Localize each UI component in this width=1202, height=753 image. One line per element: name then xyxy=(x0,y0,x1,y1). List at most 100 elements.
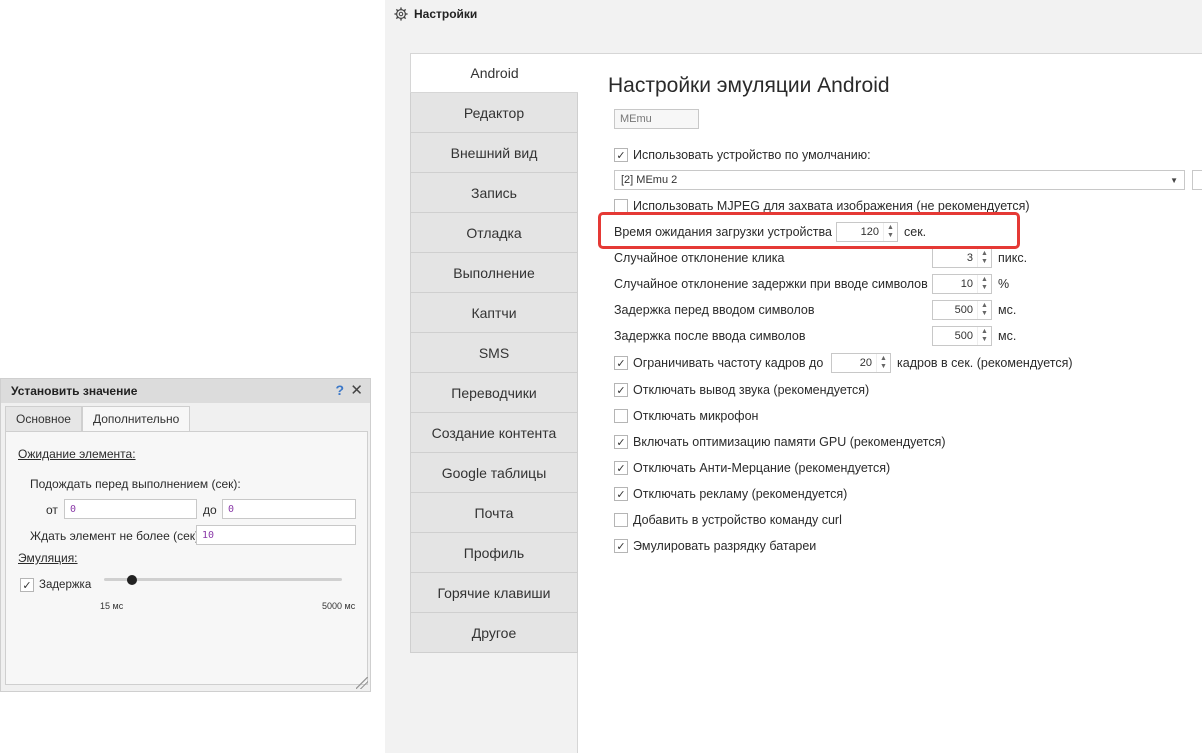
anti-flicker-row[interactable]: ✓ Отключать Анти-Мерцание (рекомендуется… xyxy=(614,461,890,475)
tab-recording[interactable]: Запись xyxy=(410,173,578,213)
stepper-arrows-icon[interactable]: ▲ ▼ xyxy=(977,275,991,293)
gpu-optimization-row[interactable]: ✓ Включать оптимизацию памяти GPU (реком… xyxy=(614,435,946,449)
help-icon[interactable]: ? xyxy=(335,382,344,398)
dialog-panel: Ожидание элемента: Подождать перед выпол… xyxy=(5,431,368,685)
tab-profile[interactable]: Профиль xyxy=(410,533,578,573)
stepper-arrows-icon[interactable]: ▲ ▼ xyxy=(977,249,991,267)
delay-after-typing-row: Задержка после ввода символов xyxy=(614,329,806,343)
use-default-device-checkbox[interactable]: ✓ xyxy=(614,148,628,162)
delay-after-typing-stepper[interactable]: 500 ▲ ▼ xyxy=(932,326,992,346)
tab-translators[interactable]: Переводчики xyxy=(410,373,578,413)
delay-after-typing-label: Задержка после ввода символов xyxy=(614,329,806,343)
tab-editor[interactable]: Редактор xyxy=(410,93,578,133)
device-select[interactable]: [2] MEmu 2 ▼ xyxy=(614,170,1185,190)
settings-tabs: Android Редактор Внешний вид Запись Отла… xyxy=(410,53,578,653)
resize-grip-icon[interactable] xyxy=(356,677,368,689)
tab-sms[interactable]: SMS xyxy=(410,333,578,373)
use-mjpeg-checkbox[interactable] xyxy=(614,199,628,213)
slider-max-label: 5000 мс xyxy=(322,601,356,611)
from-input[interactable]: 0 xyxy=(64,499,197,519)
tab-main[interactable]: Основное xyxy=(5,406,82,432)
delay-slider-track[interactable] xyxy=(104,578,342,581)
tab-android[interactable]: Android xyxy=(410,53,578,93)
disable-sound-label: Отключать вывод звука (рекомендуется) xyxy=(633,383,870,397)
disable-sound-row[interactable]: ✓ Отключать вывод звука (рекомендуется) xyxy=(614,383,869,397)
stepper-arrows-icon[interactable]: ▲ ▼ xyxy=(977,301,991,319)
use-default-device-label: Использовать устройство по умолчанию: xyxy=(633,148,871,162)
disable-microphone-row[interactable]: Отключать микрофон xyxy=(614,409,758,423)
limit-fps-stepper[interactable]: 20 ▲ ▼ xyxy=(831,353,891,373)
disable-microphone-checkbox[interactable] xyxy=(614,409,628,423)
tab-debug[interactable]: Отладка xyxy=(410,213,578,253)
stepper-arrows-icon[interactable]: ▲ ▼ xyxy=(977,327,991,345)
limit-fps-row[interactable]: ✓ Ограничивать частоту кадров до xyxy=(614,356,823,370)
from-label: от xyxy=(46,503,58,517)
android-settings-panel: Настройки эмуляции Android MEmu ✓ Исполь… xyxy=(578,53,1202,753)
delay-before-typing-label: Задержка перед вводом символов xyxy=(614,303,815,317)
disable-sound-checkbox[interactable]: ✓ xyxy=(614,383,628,397)
tab-appearance[interactable]: Внешний вид xyxy=(410,133,578,173)
wait-section-title: Ожидание элемента: xyxy=(18,447,136,461)
delay-checkbox[interactable]: ✓ xyxy=(20,578,34,592)
wait-max-input[interactable]: 10 xyxy=(196,525,356,545)
emulation-section-title: Эмуляция: xyxy=(18,551,78,565)
tab-additional[interactable]: Дополнительно xyxy=(81,406,191,432)
typing-delay-deviation-label: Случайное отклонение задержки при вводе … xyxy=(614,277,928,291)
dialog-title: Установить значение xyxy=(11,384,138,398)
delay-before-typing-unit: мс. xyxy=(998,303,1017,317)
stepper-arrows-icon[interactable]: ▲ ▼ xyxy=(876,354,890,372)
page-title: Настройки эмуляции Android xyxy=(608,74,890,97)
slider-min-label: 15 мс xyxy=(100,601,124,611)
delay-before-typing-row: Задержка перед вводом символов xyxy=(614,303,815,317)
anti-flicker-label: Отключать Анти-Мерцание (рекомендуется) xyxy=(633,461,891,475)
add-curl-label: Добавить в устройство команду curl xyxy=(633,513,842,527)
device-select-extra-button[interactable] xyxy=(1192,170,1202,190)
battery-emulation-row[interactable]: ✓ Эмулировать разрядку батареи xyxy=(614,539,816,553)
tab-other[interactable]: Другое xyxy=(410,613,578,653)
click-deviation-stepper[interactable]: 3 ▲ ▼ xyxy=(932,248,992,268)
click-deviation-unit: пикс. xyxy=(998,251,1028,265)
use-default-device-row[interactable]: ✓ Использовать устройство по умолчанию: xyxy=(614,148,871,162)
chevron-down-icon: ▼ xyxy=(1170,176,1178,185)
tabs-filler xyxy=(410,653,578,753)
settings-titlebar: Настройки xyxy=(385,0,1202,28)
tab-content-creation[interactable]: Создание контента xyxy=(410,413,578,453)
battery-emulation-label: Эмулировать разрядку батареи xyxy=(633,539,817,553)
delay-row[interactable]: ✓ Задержка xyxy=(20,578,91,592)
delay-before-typing-stepper[interactable]: 500 ▲ ▼ xyxy=(932,300,992,320)
limit-fps-checkbox[interactable]: ✓ xyxy=(614,356,628,370)
dialog-tabs: Основное Дополнительно xyxy=(5,406,191,432)
emulator-name-field[interactable]: MEmu xyxy=(614,109,699,129)
use-mjpeg-label: Использовать MJPEG для захвата изображен… xyxy=(633,199,1030,213)
wait-max-label: Ждать элемент не более (сек): xyxy=(30,529,203,543)
typing-delay-deviation-row: Случайное отклонение задержки при вводе … xyxy=(614,277,928,291)
highlight-frame xyxy=(598,212,1020,249)
device-select-value: [2] MEmu 2 xyxy=(621,174,678,186)
limit-fps-label: Ограничивать частоту кадров до xyxy=(633,356,824,370)
tab-execution[interactable]: Выполнение xyxy=(410,253,578,293)
close-icon[interactable]: ✕ xyxy=(350,381,363,399)
disable-ads-row[interactable]: ✓ Отключать рекламу (рекомендуется) xyxy=(614,487,847,501)
add-curl-checkbox[interactable] xyxy=(614,513,628,527)
typing-delay-deviation-unit: % xyxy=(998,277,1010,291)
gpu-optimization-checkbox[interactable]: ✓ xyxy=(614,435,628,449)
limit-fps-unit: кадров в сек. (рекомендуется) xyxy=(897,356,1073,370)
tab-captcha[interactable]: Каптчи xyxy=(410,293,578,333)
disable-ads-checkbox[interactable]: ✓ xyxy=(614,487,628,501)
use-mjpeg-row[interactable]: Использовать MJPEG для захвата изображен… xyxy=(614,199,1030,213)
tab-google-sheets[interactable]: Google таблицы xyxy=(410,453,578,493)
battery-emulation-checkbox[interactable]: ✓ xyxy=(614,539,628,553)
tab-hotkeys[interactable]: Горячие клавиши xyxy=(410,573,578,613)
settings-window: Настройки Android Редактор Внешний вид З… xyxy=(385,0,1202,753)
anti-flicker-checkbox[interactable]: ✓ xyxy=(614,461,628,475)
disable-microphone-label: Отключать микрофон xyxy=(633,409,759,423)
add-curl-row[interactable]: Добавить в устройство команду curl xyxy=(614,513,842,527)
wait-before-label: Подождать перед выполнением (сек): xyxy=(30,477,241,491)
click-deviation-row: Случайное отклонение клика xyxy=(614,251,784,265)
set-value-dialog: Установить значение ? ✕ Основное Дополни… xyxy=(0,378,371,692)
settings-title: Настройки xyxy=(414,7,478,21)
tab-mail[interactable]: Почта xyxy=(410,493,578,533)
typing-delay-deviation-stepper[interactable]: 10 ▲ ▼ xyxy=(932,274,992,294)
delay-after-typing-unit: мс. xyxy=(998,329,1017,343)
to-input[interactable]: 0 xyxy=(222,499,356,519)
